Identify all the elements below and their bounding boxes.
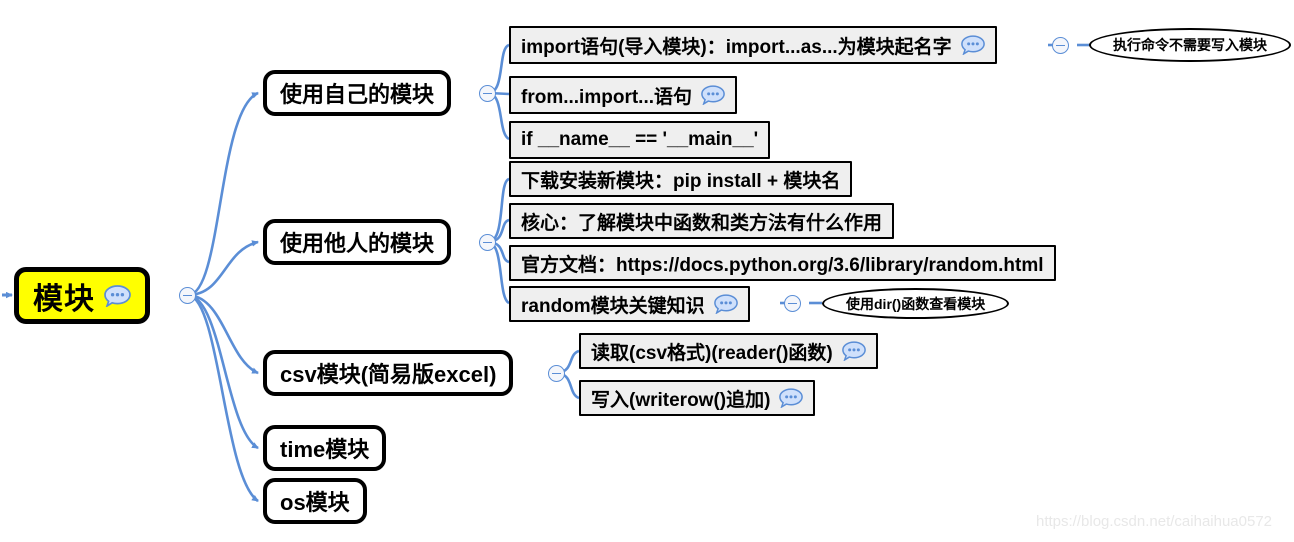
leaf-label: 核心：了解模块中函数和类方法有什么作用 xyxy=(521,212,883,234)
leaf-node-name-main-guard[interactable]: if __name__ == '__main__' xyxy=(509,121,771,159)
leaf-node-csv-read[interactable]: 读取(csv格式)(reader()函数) xyxy=(579,333,878,369)
callout-label: 使用dir()函数查看模块 xyxy=(846,295,986,312)
leaf-label: 官方文档：https://docs.python.org/3.6/library… xyxy=(521,254,1044,276)
root-node[interactable]: 模块 xyxy=(14,267,150,324)
leaf-collapse-toggle-random-module[interactable] xyxy=(784,295,801,312)
branch-node-csv-module[interactable]: csv模块(简易版excel) xyxy=(263,350,514,396)
branch-collapse-toggle-others-module[interactable] xyxy=(479,234,496,251)
leaf-label: from...import...语句 xyxy=(521,86,693,108)
callout-node-no-write-module[interactable]: 执行命令不需要写入模块 xyxy=(1089,28,1291,62)
branch-node-time-module[interactable]: time模块 xyxy=(263,425,387,471)
leaf-node-random-module[interactable]: random模块关键知识 xyxy=(509,286,750,322)
leaf-label: 读取(csv格式)(reader()函数) xyxy=(591,342,833,364)
leaf-node-csv-write[interactable]: 写入(writerow()追加) xyxy=(579,380,816,416)
leaf-label: 写入(writerow()追加) xyxy=(591,389,771,411)
branch-node-own-module[interactable]: 使用自己的模块 xyxy=(263,70,452,116)
speech-bubble-icon[interactable] xyxy=(779,388,804,409)
callout-label: 执行命令不需要写入模块 xyxy=(1113,37,1267,53)
root-label: 模块 xyxy=(33,282,95,316)
branch-node-os-module[interactable]: os模块 xyxy=(263,478,367,524)
branch-label: 使用自己的模块 xyxy=(280,82,435,107)
speech-bubble-icon[interactable] xyxy=(701,85,725,106)
branch-collapse-toggle-csv-module[interactable] xyxy=(548,365,565,382)
branch-label: 使用他人的模块 xyxy=(280,231,435,256)
speech-bubble-icon[interactable] xyxy=(104,284,131,308)
leaf-node-official-docs[interactable]: 官方文档：https://docs.python.org/3.6/library… xyxy=(509,245,1056,281)
leaf-label: 下载安装新模块：pip install + 模块名 xyxy=(521,170,841,192)
callout-node-dir-function[interactable]: 使用dir()函数查看模块 xyxy=(822,288,1010,319)
leaf-collapse-toggle-import-statement[interactable] xyxy=(1052,37,1069,54)
branch-label: time模块 xyxy=(280,437,370,462)
watermark: https://blog.csdn.net/caihaihua0572 xyxy=(1036,513,1273,530)
root-collapse-toggle[interactable] xyxy=(179,287,196,304)
branch-node-others-module[interactable]: 使用他人的模块 xyxy=(263,219,452,265)
leaf-node-core-understanding[interactable]: 核心：了解模块中函数和类方法有什么作用 xyxy=(509,203,895,239)
leaf-node-from-import[interactable]: from...import...语句 xyxy=(509,76,738,114)
leaf-label: random模块关键知识 xyxy=(521,295,705,317)
leaf-label: if __name__ == '__main__' xyxy=(521,129,759,150)
branch-label: os模块 xyxy=(280,490,350,515)
mindmap-canvas: 模块 使用自己的模块 import语句(导入模块)：import...as...… xyxy=(0,0,1294,542)
speech-bubble-icon[interactable] xyxy=(713,294,738,315)
leaf-node-pip-install[interactable]: 下载安装新模块：pip install + 模块名 xyxy=(509,161,853,197)
branch-label: csv模块(简易版excel) xyxy=(280,362,497,387)
speech-bubble-icon[interactable] xyxy=(960,35,985,56)
speech-bubble-icon[interactable] xyxy=(841,341,866,362)
branch-collapse-toggle-own-module[interactable] xyxy=(479,85,496,102)
leaf-node-import-statement[interactable]: import语句(导入模块)：import...as...为模块起名字 xyxy=(509,26,997,64)
leaf-label: import语句(导入模块)：import...as...为模块起名字 xyxy=(521,36,952,58)
